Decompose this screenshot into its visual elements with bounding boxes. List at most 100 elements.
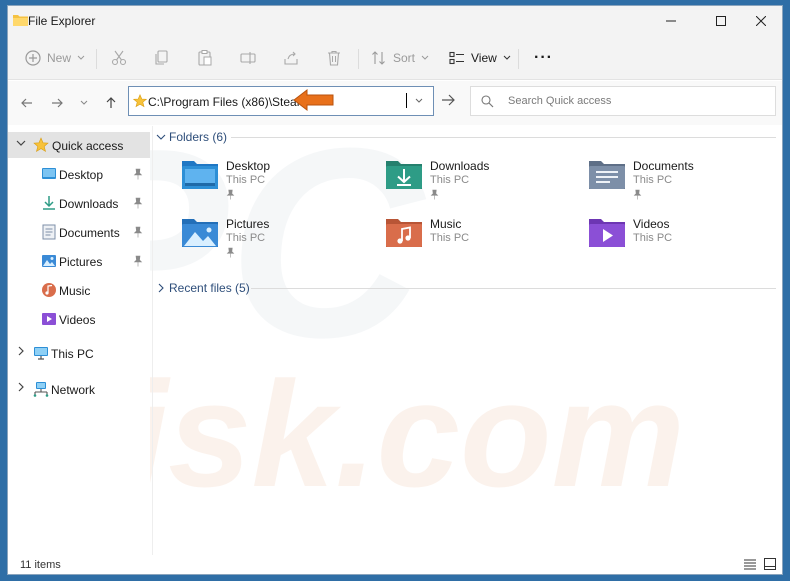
folder-app-icon — [13, 15, 28, 26]
pin-icon[interactable] — [133, 197, 143, 209]
sidebar-item-downloads[interactable]: Downloads — [8, 190, 150, 216]
paste-icon — [198, 50, 212, 66]
copy-icon — [155, 50, 168, 65]
folder-location: This PC — [226, 232, 266, 244]
close-button[interactable] — [738, 6, 782, 36]
view-button[interactable]: View — [449, 46, 511, 70]
folder-tile-videos[interactable]: Videos This PC — [588, 216, 778, 264]
view-label: View — [471, 51, 497, 65]
arrow-right-icon — [442, 94, 455, 106]
downloads-folder-icon — [386, 161, 422, 189]
copy-button[interactable] — [154, 46, 170, 70]
pin-icon — [430, 189, 439, 200]
scissors-icon — [111, 50, 127, 66]
new-button[interactable]: New — [25, 46, 85, 70]
pin-icon[interactable] — [133, 168, 143, 180]
delete-button[interactable] — [326, 46, 342, 70]
pin-icon — [633, 189, 642, 200]
folder-tile-documents[interactable]: Documents This PC — [588, 158, 778, 206]
pictures-icon — [42, 255, 56, 267]
up-button[interactable] — [101, 93, 121, 113]
pin-icon — [226, 247, 235, 258]
paste-button[interactable] — [197, 46, 213, 70]
network-icon — [33, 382, 49, 397]
sidebar-item-pictures[interactable]: Pictures — [8, 248, 150, 274]
address-bar[interactable]: C:\Program Files (x86)\Steam — [128, 86, 434, 116]
chevron-right-icon[interactable] — [16, 382, 26, 392]
chevron-down-icon — [77, 55, 85, 60]
recent-locations-button[interactable] — [74, 93, 94, 113]
share-button[interactable] — [283, 46, 299, 70]
close-icon — [756, 16, 766, 26]
pin-icon[interactable] — [133, 226, 143, 238]
search-box[interactable]: Search Quick access — [470, 86, 776, 116]
chevron-right-icon[interactable] — [16, 346, 26, 356]
pictures-folder-icon — [182, 219, 218, 247]
sidebar-item-label: Downloads — [59, 197, 119, 211]
minimize-button[interactable] — [648, 6, 694, 36]
folder-tile-pictures[interactable]: Pictures This PC — [181, 216, 371, 264]
folders-section-header[interactable]: Folders (6) — [156, 130, 778, 146]
sidebar-item-network[interactable]: Network — [8, 376, 150, 402]
sidebar-item-this-pc[interactable]: This PC — [8, 340, 150, 366]
arrow-right-icon — [52, 98, 63, 108]
chevron-down-icon[interactable] — [156, 132, 166, 142]
chevron-down-icon[interactable] — [16, 138, 26, 148]
sidebar-item-documents[interactable]: Documents — [8, 219, 150, 245]
navigation-pane: Quick access Desktop Downloads Documents… — [8, 126, 150, 556]
pin-icon — [226, 189, 235, 200]
folder-location: This PC — [430, 232, 470, 244]
command-separator — [518, 49, 519, 69]
search-icon — [481, 95, 494, 108]
recent-files-section-header[interactable]: Recent files (5) — [156, 281, 778, 297]
desktop-icon — [42, 168, 56, 179]
chevron-right-icon[interactable] — [156, 283, 166, 293]
sidebar-item-label: Videos — [59, 313, 96, 327]
music-folder-icon — [386, 219, 422, 247]
chevron-down-icon — [80, 100, 88, 105]
go-button[interactable] — [441, 93, 455, 110]
pin-icon[interactable] — [133, 255, 143, 267]
tiles-view-icon[interactable] — [764, 558, 776, 570]
chevron-down-icon[interactable] — [415, 94, 423, 108]
desktop-folder-icon — [182, 161, 218, 189]
folders-section-title: Folders (6) — [169, 130, 228, 144]
forward-button[interactable] — [47, 93, 67, 113]
cut-button[interactable] — [111, 46, 127, 70]
downloads-icon — [43, 196, 55, 210]
new-label: New — [47, 51, 72, 65]
sort-button[interactable]: Sort — [371, 46, 429, 70]
folder-tile-downloads[interactable]: Downloads This PC — [385, 158, 575, 206]
folder-location: This PC — [633, 232, 673, 244]
more-options-icon: ··· — [534, 49, 553, 66]
folder-location: This PC — [633, 174, 673, 186]
more-options-button[interactable]: ··· — [534, 46, 553, 70]
sidebar-item-videos[interactable]: Videos — [8, 306, 150, 332]
sidebar-item-quick-access[interactable]: Quick access — [8, 132, 150, 158]
address-path[interactable]: C:\Program Files (x86)\Steam — [148, 95, 307, 109]
music-icon — [42, 283, 56, 297]
search-placeholder: Search Quick access — [508, 95, 612, 107]
command-bar: New Sort View ··· — [8, 36, 782, 80]
section-divider — [231, 137, 776, 138]
folder-tile-music[interactable]: Music This PC — [385, 216, 575, 264]
folder-name: Videos — [633, 217, 670, 231]
recent-files-section-title: Recent files (5) — [169, 281, 250, 295]
folder-location: This PC — [226, 174, 266, 186]
rename-button[interactable] — [240, 46, 256, 70]
view-icon — [449, 51, 464, 65]
address-row: C:\Program Files (x86)\Steam Search Quic… — [8, 81, 782, 125]
sidebar-item-desktop[interactable]: Desktop — [8, 161, 150, 187]
sidebar-item-label: Pictures — [59, 255, 103, 269]
sidebar-item-label: Documents — [59, 226, 120, 240]
folder-name: Desktop — [226, 159, 271, 173]
trash-icon — [328, 50, 340, 66]
sidebar-item-label: Music — [59, 284, 91, 298]
annotation-arrow — [293, 88, 334, 112]
back-button[interactable] — [17, 93, 37, 113]
star-icon — [133, 94, 147, 108]
details-view-icon[interactable] — [744, 558, 756, 570]
sidebar-item-music[interactable]: Music — [8, 277, 150, 303]
status-bar: 11 items — [8, 555, 782, 574]
folder-tile-desktop[interactable]: Desktop This PC — [181, 158, 371, 206]
